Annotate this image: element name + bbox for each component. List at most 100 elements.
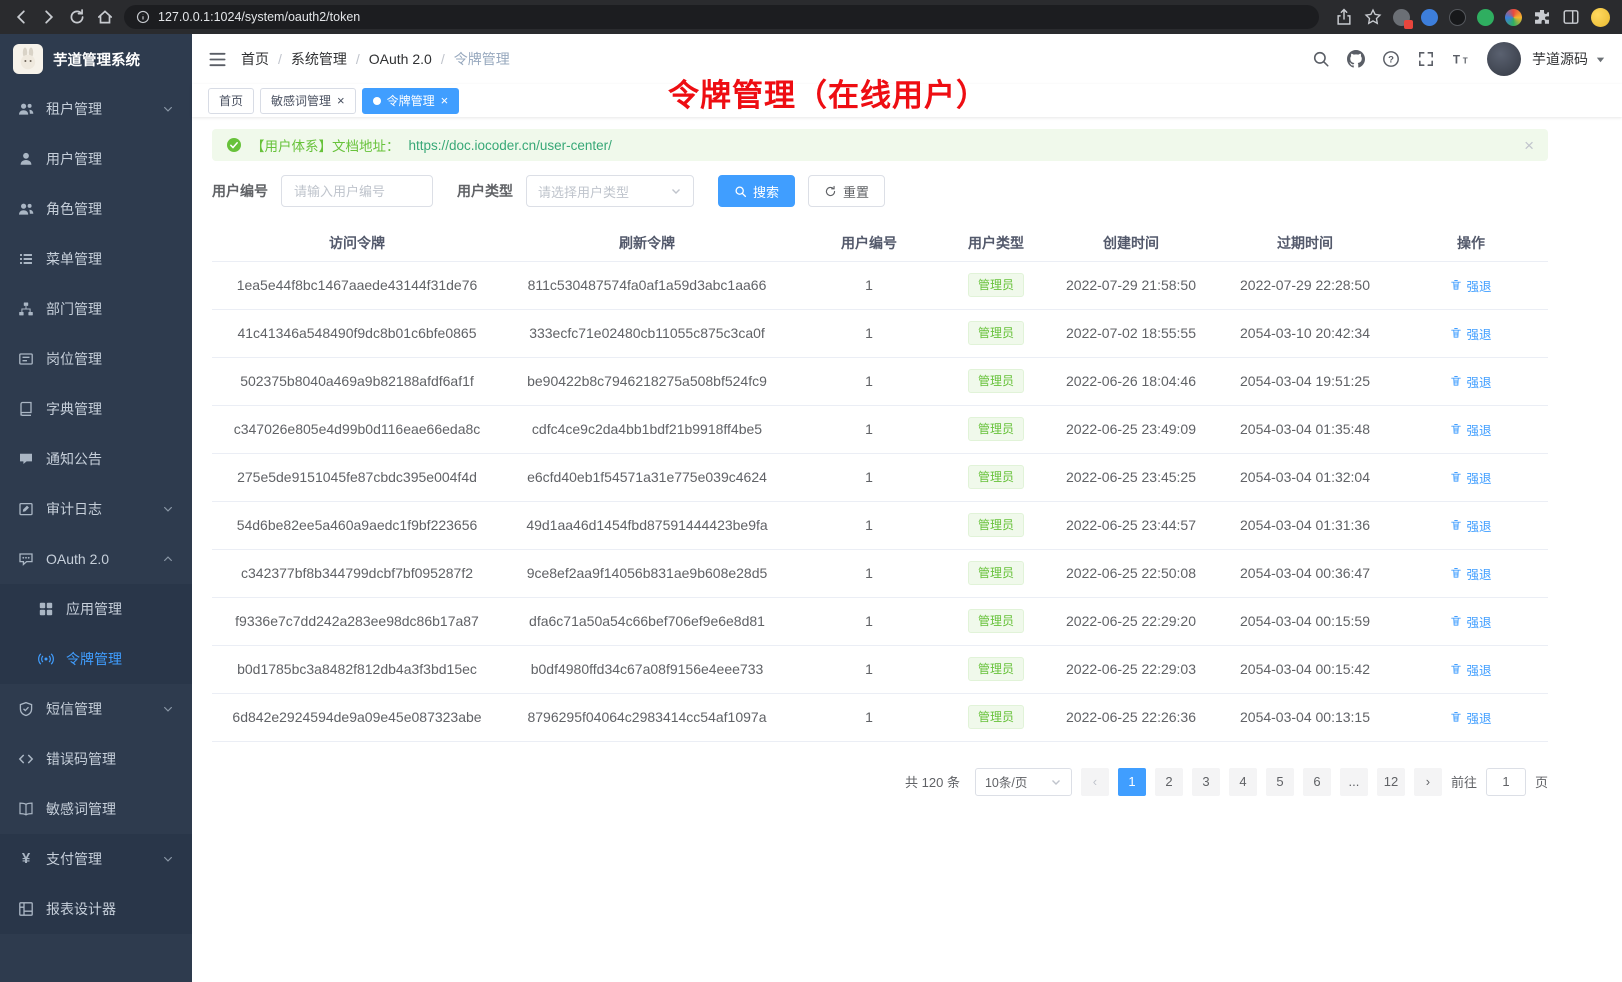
user-id-cell: 1: [792, 693, 946, 741]
user-type-select[interactable]: 请选择用户类型: [526, 175, 694, 207]
prev-page-button[interactable]: ‹: [1081, 768, 1109, 796]
fullscreen-icon[interactable]: [1417, 50, 1435, 68]
user-type-badge: 管理员: [968, 657, 1024, 681]
goto-page-input[interactable]: [1486, 768, 1526, 796]
close-tab-icon[interactable]: ×: [337, 94, 345, 107]
extension-icon[interactable]: [1421, 9, 1438, 26]
reload-icon[interactable]: [68, 8, 86, 26]
breadcrumb-item-1[interactable]: 系统管理: [291, 49, 347, 69]
sidebar-item-8[interactable]: 审计日志: [0, 484, 192, 534]
sidebar-item-5[interactable]: 岗位管理: [0, 334, 192, 384]
breadcrumb-item-0[interactable]: 首页: [241, 49, 269, 69]
sidebar-item-6[interactable]: 字典管理: [0, 384, 192, 434]
github-icon[interactable]: [1347, 50, 1365, 68]
sidebar-item-9[interactable]: OAuth 2.0: [0, 534, 192, 584]
doc-link[interactable]: https://doc.iocoder.cn/user-center/: [409, 138, 612, 153]
refresh-token-cell: be90422b8c7946218275a508bf524fc9: [502, 357, 792, 405]
force-logout-button[interactable]: 强退: [1450, 516, 1491, 535]
force-logout-button[interactable]: 强退: [1450, 564, 1491, 583]
tab-1[interactable]: 敏感词管理×: [260, 88, 356, 114]
username[interactable]: 芋道源码: [1532, 49, 1588, 69]
errcode-icon: [18, 751, 34, 767]
force-logout-button[interactable]: 强退: [1450, 612, 1491, 631]
page-button-4[interactable]: 4: [1229, 768, 1257, 796]
sidebar-item-16[interactable]: 报表设计器: [0, 884, 192, 934]
sidebar-item-7[interactable]: 通知公告: [0, 434, 192, 484]
page-button-5[interactable]: 5: [1266, 768, 1294, 796]
force-logout-button[interactable]: 强退: [1450, 468, 1491, 487]
user-type-badge: 管理员: [968, 369, 1024, 393]
puzzle-extensions-icon[interactable]: [1533, 8, 1551, 26]
sidebar-item-14[interactable]: 敏感词管理: [0, 784, 192, 834]
page-button-3[interactable]: 3: [1192, 768, 1220, 796]
sidebar-item-0[interactable]: 租户管理: [0, 84, 192, 134]
force-logout-button[interactable]: 强退: [1450, 420, 1491, 439]
share-icon[interactable]: [1335, 8, 1353, 26]
create-time-cell: 2022-07-02 18:55:55: [1046, 309, 1216, 357]
browser-profile-avatar[interactable]: [1591, 8, 1610, 27]
home-icon[interactable]: [96, 8, 114, 26]
sidebar-item-15[interactable]: ¥支付管理: [0, 834, 192, 884]
app-title: 芋道管理系统: [53, 49, 140, 70]
address-bar[interactable]: 127.0.0.1:1024/system/oauth2/token: [124, 5, 1319, 29]
page-button-6[interactable]: 6: [1303, 768, 1331, 796]
force-logout-button[interactable]: 强退: [1450, 708, 1491, 727]
success-check-icon: [226, 137, 242, 153]
extension-icon[interactable]: [1505, 9, 1522, 26]
font-size-icon[interactable]: TT: [1452, 50, 1470, 68]
extension-icon[interactable]: [1477, 9, 1494, 26]
sidebar-item-3[interactable]: 菜单管理: [0, 234, 192, 284]
create-time-cell: 2022-06-25 23:44:57: [1046, 501, 1216, 549]
bookmark-star-icon[interactable]: [1364, 8, 1382, 26]
extension-icon[interactable]: [1393, 9, 1410, 26]
page-size-select[interactable]: 10条/页: [975, 768, 1072, 796]
force-logout-button[interactable]: 强退: [1450, 324, 1491, 343]
refresh-token-cell: e6cfd40eb1f54571a31e775e039c4624: [502, 453, 792, 501]
tab-0[interactable]: 首页: [208, 88, 254, 114]
user-id-input[interactable]: [281, 175, 433, 207]
topbar-actions: ? TT 芋道源码: [1312, 42, 1606, 76]
forward-icon[interactable]: [40, 8, 58, 26]
next-page-button[interactable]: ›: [1414, 768, 1442, 796]
close-alert-icon[interactable]: ×: [1524, 137, 1534, 154]
force-logout-button[interactable]: 强退: [1450, 372, 1491, 391]
pagination-pages: 123456...12: [1118, 768, 1405, 796]
page-button-2[interactable]: 2: [1155, 768, 1183, 796]
dict-icon: [18, 401, 34, 417]
sidebar-item-2[interactable]: 角色管理: [0, 184, 192, 234]
collapse-sidebar-icon[interactable]: [208, 50, 227, 69]
page-button-12[interactable]: 12: [1377, 768, 1405, 796]
goto-label: 前往: [1451, 772, 1477, 791]
extension-icon[interactable]: [1449, 9, 1466, 26]
sidebar-item-12[interactable]: 短信管理: [0, 684, 192, 734]
sidebar-item-1[interactable]: 用户管理: [0, 134, 192, 184]
search-icon[interactable]: [1312, 50, 1330, 68]
back-icon[interactable]: [12, 8, 30, 26]
svg-text:T: T: [1463, 57, 1468, 66]
table-row: b0d1785bc3a8482f812db4a3f3bd15ecb0df4980…: [212, 645, 1548, 693]
refresh-token-cell: 811c530487574fa0af1a59d3abc1aa66: [502, 261, 792, 309]
search-button[interactable]: 搜索: [718, 175, 795, 207]
close-tab-icon[interactable]: ×: [441, 94, 449, 107]
column-header-2: 用户编号: [792, 225, 946, 261]
sidebar-item-13[interactable]: 错误码管理: [0, 734, 192, 784]
split-view-icon[interactable]: [1562, 8, 1580, 26]
user-avatar[interactable]: [1487, 42, 1521, 76]
tab-2[interactable]: 令牌管理×: [362, 88, 460, 114]
user-type-badge: 管理员: [968, 705, 1024, 729]
user-id-cell: 1: [792, 357, 946, 405]
page-more-button[interactable]: ...: [1340, 768, 1368, 796]
sidebar-item-4[interactable]: 部门管理: [0, 284, 192, 334]
sidebar-item-11[interactable]: 令牌管理: [0, 634, 192, 684]
sidebar-item-10[interactable]: 应用管理: [0, 584, 192, 634]
caret-down-icon[interactable]: [1595, 54, 1606, 65]
force-logout-button[interactable]: 强退: [1450, 276, 1491, 295]
app-logo[interactable]: 芋道管理系统: [0, 34, 192, 84]
browser-chrome: 127.0.0.1:1024/system/oauth2/token: [0, 0, 1622, 34]
force-logout-button[interactable]: 强退: [1450, 660, 1491, 679]
reset-button[interactable]: 重置: [808, 175, 885, 207]
site-info-icon[interactable]: [136, 10, 150, 24]
breadcrumb-item-2[interactable]: OAuth 2.0: [369, 51, 432, 67]
page-button-1[interactable]: 1: [1118, 768, 1146, 796]
help-icon[interactable]: ?: [1382, 50, 1400, 68]
